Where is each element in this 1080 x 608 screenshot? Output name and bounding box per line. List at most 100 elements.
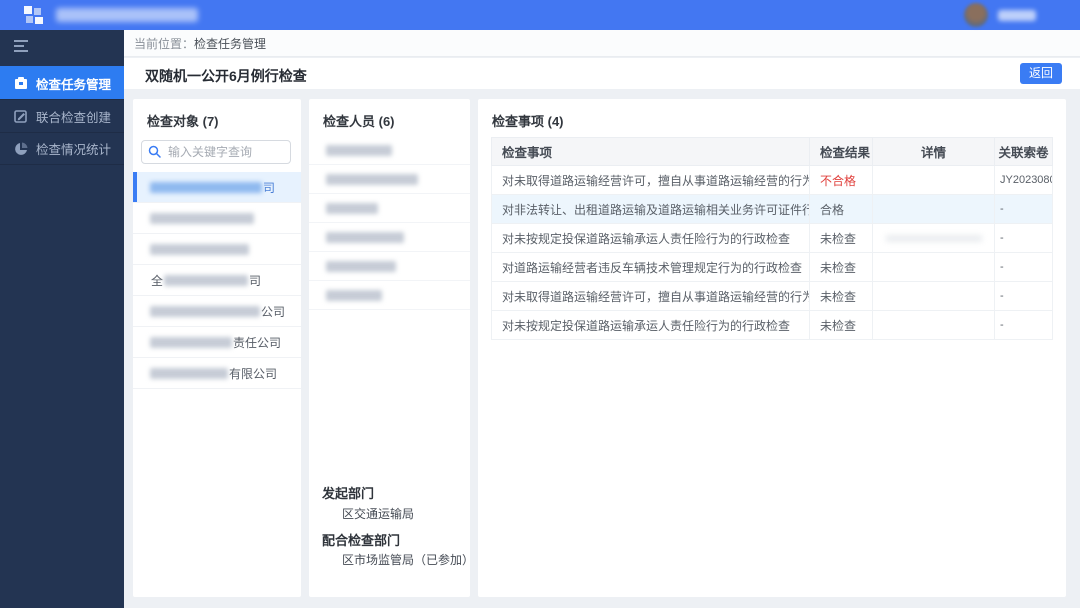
task-box-icon [15, 77, 27, 89]
search-icon [148, 145, 161, 158]
object-list-item[interactable]: 公司 [133, 296, 301, 327]
object-list-item[interactable]: 有限公司 [133, 358, 301, 389]
table-row: 对非法转让、出租道路运输及道路运输相关业务许可证件行为的行政检查 合格 - [491, 194, 1053, 224]
app-title-redacted [56, 8, 198, 22]
cell-item: 对未按规定投保道路运输承运人责任险行为的行政检查 [491, 310, 810, 340]
inspectors-title: 检查人员 (6) [323, 114, 395, 129]
cell-detail [872, 165, 995, 195]
sidebar-item-label: 检查情况统计 [36, 143, 112, 157]
person-item [309, 194, 470, 223]
company-name-suffix: 司 [263, 180, 276, 195]
breadcrumb-current: 检查任务管理 [194, 36, 267, 51]
sidebar-item-joint-inspection-create[interactable]: 联合检查创建 [0, 99, 124, 132]
object-list-item[interactable]: 责任公司 [133, 327, 301, 358]
app-window: 检查任务管理 联合检查创建 检查情况统计 当前位置： 检查任务管理 双随机一公开… [0, 0, 1080, 608]
company-name-suffix: 责任公司 [233, 335, 282, 350]
redacted-company-name [150, 243, 249, 255]
person-item [309, 165, 470, 194]
cooperator-dept-value: 区市场监管局（已参加） [342, 553, 475, 567]
cell-detail [872, 252, 995, 282]
cell-item: 对道路运输经营者违反车辆技术管理规定行为的行政检查 [491, 252, 810, 282]
breadcrumb-prefix: 当前位置： [134, 36, 195, 51]
cell-archive: - [994, 223, 1053, 253]
inspect-items-title: 检查事项 (4) [492, 114, 564, 129]
back-button[interactable]: 返回 [1020, 63, 1062, 84]
cell-result: 未检查 [809, 281, 873, 311]
cell-result: 未检查 [809, 223, 873, 253]
table-row: 对未按规定投保道路运输承运人责任险行为的行政检查 未检查 - [491, 223, 1053, 253]
table-row: 对未取得道路运输经营许可，擅自从事道路运输经营的行为的行政检查 未检查 - [491, 281, 1053, 311]
initiator-dept-value: 区交通运输局 [342, 507, 415, 521]
redacted-person-name [326, 173, 418, 185]
redacted-company-name [150, 367, 228, 379]
col-header-result: 检查结果 [809, 137, 873, 166]
redacted-detail [885, 235, 982, 242]
create-edit-icon [14, 110, 27, 123]
col-header-detail: 详情 [872, 137, 995, 166]
table-row: 对未按规定投保道路运输承运人责任险行为的行政检查 未检查 - [491, 310, 1053, 340]
cell-detail [872, 281, 995, 311]
company-name-prefix: 全 [151, 273, 164, 288]
person-item [309, 281, 470, 310]
object-list-item[interactable]: 全 司 [133, 265, 301, 296]
redacted-person-name [326, 289, 382, 301]
col-header-item: 检查事项 [491, 137, 810, 166]
redacted-person-name [326, 202, 378, 214]
person-item [309, 136, 470, 165]
company-name-suffix: 公司 [261, 304, 286, 319]
cooperator-dept-label: 配合检查部门 [322, 533, 401, 548]
redacted-person-name [326, 231, 404, 243]
cell-item: 对非法转让、出租道路运输及道路运输相关业务许可证件行为的行政检查 [491, 194, 810, 224]
col-header-archive: 关联索卷 [994, 137, 1053, 166]
initiator-dept-label: 发起部门 [322, 486, 375, 501]
pie-chart-icon [15, 142, 28, 155]
redacted-person-name [326, 144, 392, 156]
cell-archive: - [994, 281, 1053, 311]
cell-archive: - [994, 194, 1053, 224]
table-row: 对未取得道路运输经营许可，擅自从事道路运输经营的行为的行政检查 不合格 JY20… [491, 165, 1053, 195]
keyword-search-input[interactable] [141, 140, 291, 164]
username-redacted[interactable] [998, 10, 1036, 21]
cell-archive: - [994, 310, 1053, 340]
cell-result: 未检查 [809, 310, 873, 340]
table-header-row: 检查事项 检查结果 详情 关联索卷 [491, 137, 1053, 166]
cell-result: 不合格 [809, 165, 873, 195]
cell-detail [872, 194, 995, 224]
breadcrumb: 当前位置： 检查任务管理 [124, 30, 1080, 57]
sidebar-collapse-icon[interactable] [0, 30, 124, 66]
table-row: 对道路运输经营者违反车辆技术管理规定行为的行政检查 未检查 - [491, 252, 1053, 282]
person-item [309, 252, 470, 281]
sidebar-item-inspection-statistics[interactable]: 检查情况统计 [0, 132, 124, 165]
top-header-bar [0, 0, 1080, 30]
redacted-company-name [150, 305, 260, 317]
page-title-bar: 双随机一公开6月例行检查 返回 [124, 58, 1080, 89]
redacted-company-name [150, 181, 262, 193]
object-list-item[interactable]: 司 [133, 172, 301, 203]
cell-result: 合格 [809, 194, 873, 224]
inspect-objects-title: 检查对象 (7) [147, 114, 219, 129]
sidebar-nav: 检查任务管理 联合检查创建 检查情况统计 [0, 30, 124, 608]
cell-archive: - [994, 252, 1053, 282]
object-list-item[interactable] [133, 203, 301, 234]
cell-detail [872, 223, 995, 253]
cell-archive: JY20230803015 [994, 165, 1053, 195]
cell-item: 对未取得道路运输经营许可，擅自从事道路运输经营的行为的行政检查 [491, 165, 810, 195]
company-name-suffix: 有限公司 [229, 366, 278, 381]
object-list-item[interactable] [133, 234, 301, 265]
person-item [309, 223, 470, 252]
cell-result: 未检查 [809, 252, 873, 282]
inspect-items-table: 检查事项 检查结果 详情 关联索卷 对未取得道路运输经营许可，擅自从事道路运输经… [491, 137, 1053, 340]
redacted-company-name [150, 212, 254, 224]
cell-item: 对未取得道路运输经营许可，擅自从事道路运输经营的行为的行政检查 [491, 281, 810, 311]
user-avatar[interactable] [964, 3, 988, 27]
sidebar-item-label: 联合检查创建 [36, 110, 112, 125]
sidebar-item-inspection-task-management[interactable]: 检查任务管理 [0, 66, 124, 99]
inspect-items-panel: 检查事项 (4) 检查事项 检查结果 详情 关联索卷 对未取得道路运输经营许可，… [478, 99, 1066, 597]
inspectors-panel: 检查人员 (6) 发起部门 区交通运输局 配合检查部门 区市场监管局（已参加） [309, 99, 475, 597]
cell-detail [872, 310, 995, 340]
company-name-suffix: 司 [249, 273, 262, 288]
redacted-person-name [326, 260, 396, 272]
sidebar-item-label: 检查任务管理 [36, 77, 112, 92]
cell-item: 对未按规定投保道路运输承运人责任险行为的行政检查 [491, 223, 810, 253]
redacted-company-name [150, 336, 232, 348]
